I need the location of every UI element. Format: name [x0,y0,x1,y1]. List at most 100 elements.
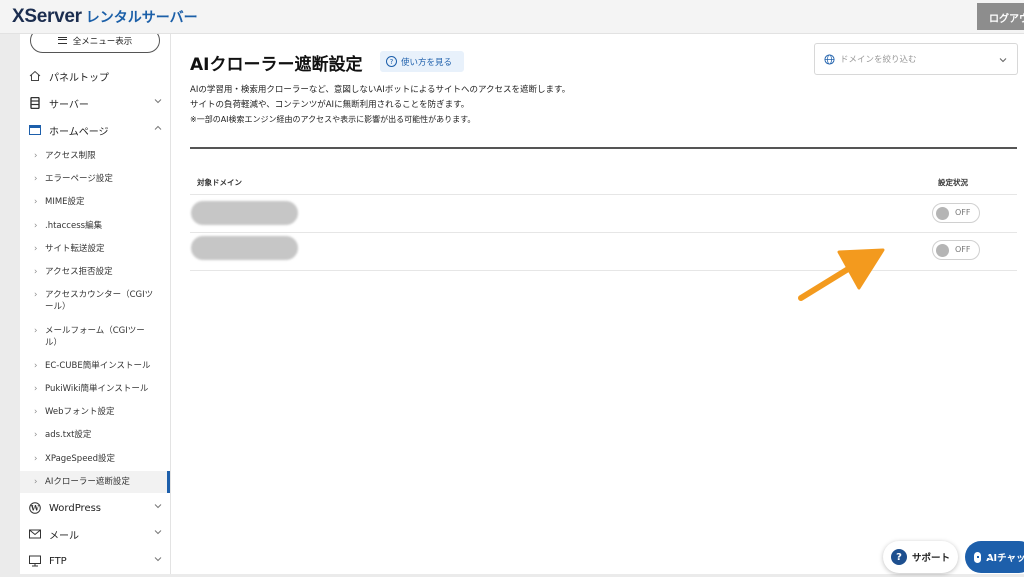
column-header-status: 設定状況 [938,178,968,187]
chevron-up-icon [154,125,162,130]
sidebar-item-mail[interactable]: メール [20,521,170,547]
chevron-down-icon [999,58,1007,63]
sidebar-item-label: メール [49,530,79,542]
chevron-right-icon: › [34,290,38,300]
logo-subtitle: レンタルサーバー [85,10,198,26]
toggle-state-label: OFF [955,245,971,254]
chevron-right-icon: › [34,267,38,277]
subitem-label: アクセス拒否設定 [45,267,113,277]
logout-button[interactable]: ログアウト [977,3,1024,30]
wordpress-icon: W [29,502,41,514]
sidebar-item-label: ホームページ [49,126,109,138]
description-note: ※一部のAI検索エンジン経由のアクセスや表示に影響が出る可能性があります。 [190,115,476,124]
browser-window-icon [29,124,41,136]
question-icon: ? [891,549,907,565]
subitem-label: Webフォント設定 [45,407,115,417]
subitem-label: メールフォーム（CGIツー [45,326,145,336]
subitem-label: AIクローラー遮断設定 [45,477,130,487]
chevron-down-icon [154,530,162,535]
subitem-label-cont: ル） [45,338,63,348]
globe-icon [824,54,835,65]
monitor-icon [29,555,41,567]
main-content: AIクローラー遮断設定 ? 使い方を見る AIの学習用・検索用クローラーなど、意… [171,34,1024,574]
sidebar-subitem-pukiwiki[interactable]: › PukiWiki簡単インストール [20,383,170,395]
row-divider [190,232,1017,233]
subitem-label: .htaccess編集 [45,221,103,231]
section-divider [190,147,1017,149]
description-line: AIの学習用・検索用クローラーなど、意図しないAIボットによるサイトへのアクセス… [190,85,571,95]
sidebar-subitem-ec-cube[interactable]: › EC-CUBE簡単インストール [20,360,170,372]
sidebar-item-ftp[interactable]: FTP [20,548,170,574]
sidebar-subitem-mail-form[interactable]: › メールフォーム（CGIツー ル） [20,325,170,349]
ai-chat-button[interactable]: AIチャット [965,541,1024,573]
ai-crawler-toggle[interactable]: OFF [932,203,980,223]
toggle-knob [936,207,949,220]
toggle-knob [936,244,949,257]
sidebar-subitem-error-page[interactable]: › エラーページ設定 [20,173,170,185]
chevron-right-icon: › [34,221,38,231]
chevron-right-icon: › [34,326,38,336]
subitem-label: サイト転送設定 [45,244,105,254]
support-button[interactable]: ? サポート [883,541,958,573]
subitem-label: EC-CUBE簡単インストール [45,361,151,371]
redacted-domain [191,201,298,225]
chevron-down-icon [154,557,162,562]
subitem-label: ads.txt設定 [45,430,92,440]
sidebar-subitem-ads-txt[interactable]: › ads.txt設定 [20,429,170,441]
sidebar-subitem-ai-crawler-block[interactable]: › AIクローラー遮断設定 [20,471,170,493]
subitem-label: エラーページ設定 [45,174,113,184]
logo-brand: XServer [12,6,82,27]
sidebar-subitem-access-deny[interactable]: › アクセス拒否設定 [20,266,170,278]
ai-crawler-toggle[interactable]: OFF [932,240,980,260]
question-icon: ? [386,56,397,67]
hamburger-icon [57,37,67,44]
chevron-right-icon: › [34,430,38,440]
sidebar-item-label: FTP [49,555,67,567]
sidebar-item-server[interactable]: サーバー [20,90,170,116]
sidebar-subitem-access-restriction[interactable]: › アクセス制限 [20,150,170,162]
server-icon [29,97,41,109]
row-divider [190,270,1017,271]
domain-filter-select[interactable] [814,43,1018,75]
xserver-logo[interactable]: XServer レンタルサーバー [12,6,198,28]
domain-filter-input[interactable] [840,51,990,69]
sidebar-subitem-web-font[interactable]: › Webフォント設定 [20,406,170,418]
subitem-label: MIME設定 [45,197,85,207]
home-icon [29,70,41,82]
chevron-right-icon: › [34,454,38,464]
svg-text:W: W [30,504,40,513]
chevron-right-icon: › [34,407,38,417]
sidebar-item-wordpress[interactable]: W WordPress [20,495,170,521]
description-line: サイトの負荷軽減や、コンテンツがAIに無断利用されることを防ぎます。 [190,100,470,110]
subitem-label: PukiWiki簡単インストール [45,384,149,394]
how-to-use-button[interactable]: ? 使い方を見る [380,51,464,72]
support-label: サポート [912,553,951,564]
chevron-down-icon [154,504,162,509]
subitem-label: XPageSpeed設定 [45,454,116,464]
chevron-right-icon: › [34,361,38,371]
chevron-right-icon: › [34,244,38,254]
chevron-down-icon [154,99,162,104]
toggle-state-label: OFF [955,208,971,217]
sidebar-subitem-xpagespeed[interactable]: › XPageSpeed設定 [20,453,170,465]
subitem-label: アクセス制限 [45,151,96,161]
sidebar-item-label: パネルトップ [49,72,109,84]
chevron-right-icon: › [34,477,38,487]
chevron-right-icon: › [34,151,38,161]
show-all-menu-label: 全メニュー表示 [72,36,133,47]
sidebar-item-panel-top[interactable]: パネルトップ [20,63,170,89]
chevron-right-icon: › [34,197,38,207]
sidebar-subitem-access-counter[interactable]: › アクセスカウンター（CGIツ ール） [20,289,170,313]
sidebar-item-homepage[interactable]: ホームページ [20,117,170,143]
sidebar-subitem-htaccess[interactable]: › .htaccess編集 [20,220,170,232]
chevron-right-icon: › [34,174,38,184]
sidebar-subitem-site-redirect[interactable]: › サイト転送設定 [20,243,170,255]
column-header-domain: 対象ドメイン [197,178,242,187]
top-header: XServer レンタルサーバー ログアウト [0,0,1024,34]
chat-bubble-icon [974,551,990,563]
subitem-label: アクセスカウンター（CGIツ [45,290,154,300]
show-all-menu-button[interactable]: 全メニュー表示 [30,34,160,53]
subitem-label-cont: ール） [45,302,71,312]
how-to-use-label: 使い方を見る [401,57,453,68]
sidebar-subitem-mime[interactable]: › MIME設定 [20,196,170,208]
